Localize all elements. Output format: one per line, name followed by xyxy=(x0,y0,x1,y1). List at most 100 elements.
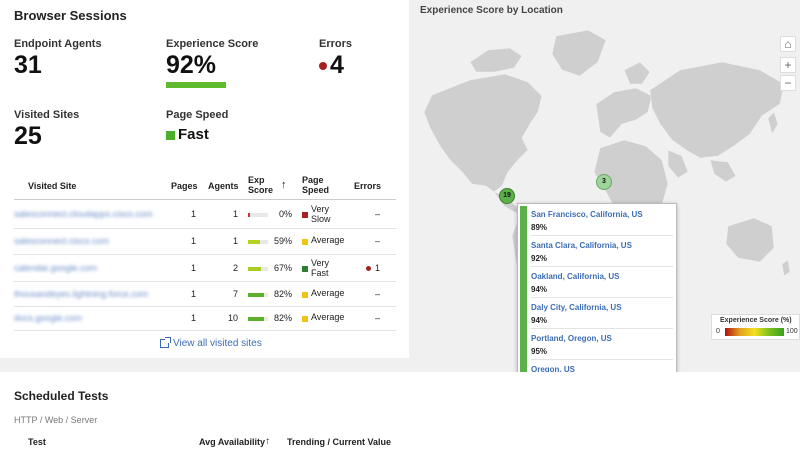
score-mini-fill xyxy=(248,267,261,271)
location-cluster-marker[interactable]: 19 xyxy=(499,188,515,204)
page-speed-text: Very Slow xyxy=(311,204,331,224)
agents-count: 10 xyxy=(227,313,238,323)
speed-indicator-icon xyxy=(302,239,308,245)
page-speed-text: Average xyxy=(311,312,345,322)
scheduled-tests-subtitle: HTTP / Web / Server xyxy=(14,415,98,425)
table-row[interactable]: salesconnect.cloudapps.cisco.com 1 1 0% Very… xyxy=(14,201,396,229)
visited-sites-value[interactable]: 25 xyxy=(14,122,42,151)
tooltip-location-item[interactable]: Daly City, California, US 94% xyxy=(531,298,673,329)
view-all-label: View all visited sites xyxy=(173,338,262,349)
pages-count: 1 xyxy=(190,313,196,323)
pages-count: 1 xyxy=(190,209,196,219)
page-speed-value: Fast xyxy=(178,126,209,143)
tooltip-location-name[interactable]: Portland, Oregon, US xyxy=(531,334,612,343)
endpoint-agents-value[interactable]: 31 xyxy=(14,51,42,80)
tooltip-location-score: 89% xyxy=(531,223,548,232)
browser-sessions-panel: Browser Sessions Endpoint Agents 31 Expe… xyxy=(0,0,409,358)
page-speed-label: Page Speed xyxy=(166,109,229,121)
errors-count: – xyxy=(375,289,381,299)
score-mini-fill xyxy=(248,317,264,321)
speed-indicator-icon xyxy=(302,292,308,298)
speed-indicator-icon xyxy=(302,266,308,272)
agents-count: 1 xyxy=(232,236,238,246)
tooltip-location-item[interactable]: San Francisco, California, US 89% xyxy=(531,205,673,236)
view-all-sites-link[interactable]: View all visited sites xyxy=(160,337,262,349)
speed-indicator-icon xyxy=(302,212,308,218)
score-mini-fill xyxy=(248,293,264,297)
tooltip-location-item[interactable]: Santa Clara, California, US 92% xyxy=(531,236,673,267)
table-row[interactable]: calendar.google.com 1 2 67% Very Fast 1 xyxy=(14,255,396,282)
location-cluster-marker[interactable]: 3 xyxy=(596,174,612,190)
scheduled-tests-panel: Scheduled Tests HTTP / Web / Server Test… xyxy=(0,372,800,450)
exp-score-value: 82% xyxy=(273,313,292,323)
exp-score-value: 59% xyxy=(273,236,292,246)
col-agents[interactable]: Agents xyxy=(208,181,239,191)
col-trending[interactable]: Trending / Current Value xyxy=(287,437,391,447)
sort-arrow-up-icon[interactable]: ↑ xyxy=(265,436,270,447)
tooltip-location-item[interactable]: Portland, Oregon, US 95% xyxy=(531,329,673,360)
agents-count: 1 xyxy=(232,209,238,219)
tooltip-location-name[interactable]: Oakland, California, US xyxy=(531,272,619,281)
experience-score-value[interactable]: 92% xyxy=(166,51,216,80)
panel-title: Browser Sessions xyxy=(14,8,127,23)
col-test[interactable]: Test xyxy=(28,437,46,447)
page-speed-text: Average xyxy=(311,288,345,298)
legend-title: Experience Score (%) xyxy=(720,317,792,324)
pages-count: 1 xyxy=(190,263,196,273)
endpoint-agents-label: Endpoint Agents xyxy=(14,38,102,50)
col-exp-score[interactable]: Exp Score xyxy=(248,175,280,196)
col-errors[interactable]: Errors xyxy=(354,181,381,191)
errors-cell: – xyxy=(375,289,380,299)
tooltip-location-name[interactable]: San Francisco, California, US xyxy=(531,210,643,219)
pages-count: 1 xyxy=(190,289,196,299)
visited-sites-label: Visited Sites xyxy=(14,109,80,121)
tooltip-location-score: 92% xyxy=(531,254,548,263)
exp-score-value: 0% xyxy=(278,209,292,219)
errors-value[interactable]: 4 xyxy=(330,51,344,80)
agents-count: 7 xyxy=(232,289,238,299)
zoom-out-button[interactable]: − xyxy=(780,75,796,91)
pages-count: 1 xyxy=(190,236,196,246)
errors-cell: – xyxy=(375,313,380,323)
errors-label: Errors xyxy=(319,38,353,50)
tooltip-location-name[interactable]: Daly City, California, US xyxy=(531,303,622,312)
location-tooltip: San Francisco, California, US 89% Santa Cl… xyxy=(517,203,677,387)
errors-cell: 1 xyxy=(366,263,380,273)
score-mini-bar xyxy=(248,267,268,271)
zoom-in-button[interactable]: + xyxy=(780,57,796,73)
legend-min: 0 xyxy=(716,328,720,335)
score-mini-fill xyxy=(248,213,250,217)
col-visited-site[interactable]: Visited Site xyxy=(28,181,76,191)
tooltip-location-score: 95% xyxy=(531,347,548,356)
visited-site-link[interactable]: calendar.google.com xyxy=(14,263,97,273)
speed-indicator-icon xyxy=(302,316,308,322)
col-avg-availability[interactable]: Avg Availability xyxy=(199,437,265,447)
external-link-icon xyxy=(160,337,171,348)
tooltip-location-item[interactable]: Oakland, California, US 94% xyxy=(531,267,673,298)
errors-cell: – xyxy=(375,236,380,246)
visited-sites-table-header: Visited Site Pages Agents Exp Score ↑ Pa… xyxy=(14,173,396,200)
col-page-speed[interactable]: Page Speed xyxy=(302,175,336,196)
col-pages[interactable]: Pages xyxy=(171,181,198,191)
scheduled-tests-title: Scheduled Tests xyxy=(14,389,109,403)
exp-score-value: 67% xyxy=(273,263,292,273)
visited-site-link[interactable]: salesconnect.cloudapps.cisco.com xyxy=(14,209,153,219)
visited-site-link[interactable]: docs.google.com xyxy=(14,313,82,323)
zoom-home-button[interactable]: ⌂ xyxy=(780,36,796,52)
visited-site-link[interactable]: thousandeyes.lightning.force.com xyxy=(14,289,148,299)
sort-arrow-up-icon[interactable]: ↑ xyxy=(281,179,287,192)
score-mini-bar xyxy=(248,317,268,321)
map-title: Experience Score by Location xyxy=(420,5,563,16)
table-row[interactable]: thousandeyes.lightning.force.com 1 7 82% Ave… xyxy=(14,282,396,307)
tooltip-location-name[interactable]: Santa Clara, California, US xyxy=(531,241,632,250)
tooltip-score-bar xyxy=(520,206,527,385)
score-mini-fill xyxy=(248,240,260,244)
score-mini-bar xyxy=(248,240,268,244)
experience-score-label: Experience Score xyxy=(166,38,259,50)
visited-site-link[interactable]: salesconnect.cisco.com xyxy=(14,236,109,246)
table-row[interactable]: docs.google.com 1 10 82% Average – xyxy=(14,307,396,331)
score-mini-bar xyxy=(248,293,268,297)
legend-gradient xyxy=(725,328,784,336)
table-row[interactable]: salesconnect.cisco.com 1 1 59% Average – xyxy=(14,229,396,255)
agents-count: 2 xyxy=(232,263,238,273)
